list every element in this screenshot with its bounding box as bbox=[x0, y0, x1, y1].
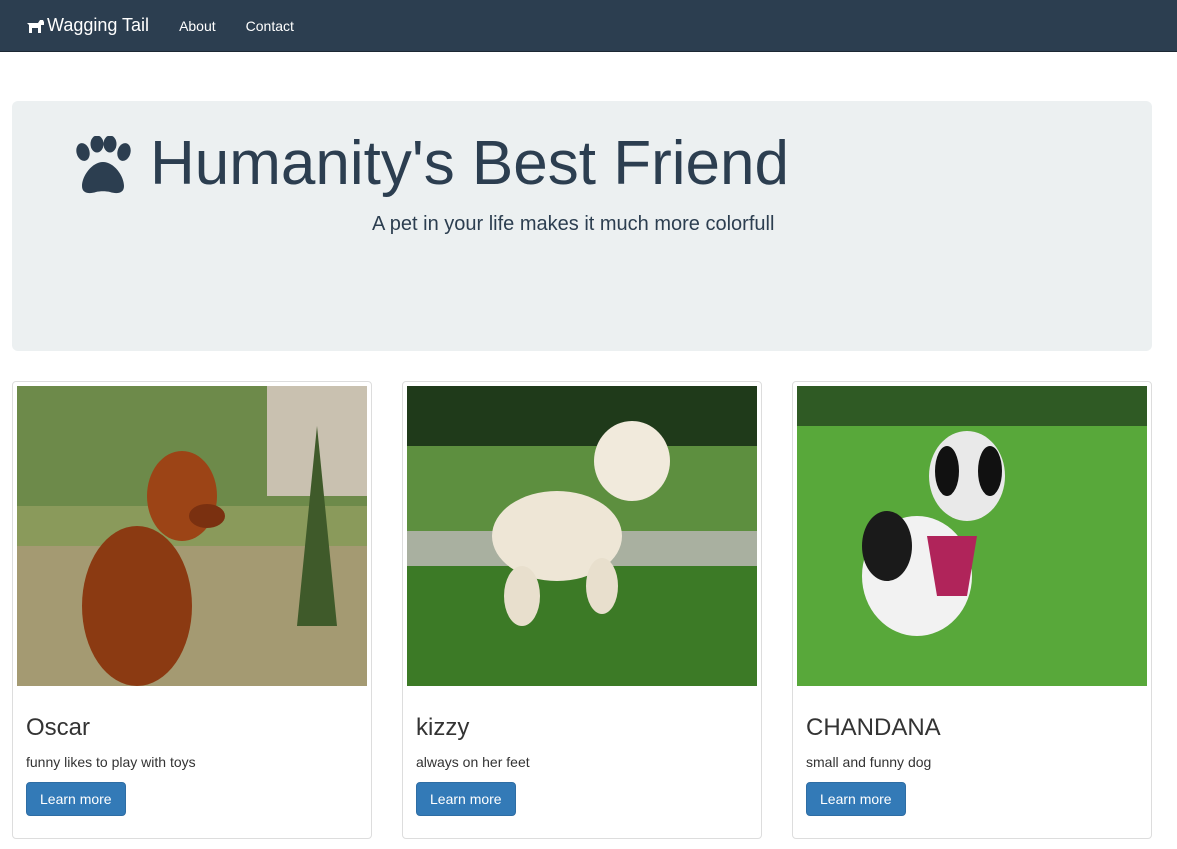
card-description: funny likes to play with toys bbox=[26, 754, 196, 770]
nav-link-about[interactable]: About bbox=[179, 18, 216, 34]
brand-link[interactable]: Wagging Tail bbox=[26, 15, 149, 36]
hero-subtitle: A pet in your life makes it much more co… bbox=[372, 213, 775, 235]
card-description: always on her feet bbox=[416, 754, 530, 770]
card-title: CHANDANA bbox=[806, 714, 941, 741]
hero-heading: Humanity's Best Friend bbox=[70, 127, 789, 201]
dog-card-chandana: CHANDANA small and funny dog Learn more bbox=[792, 381, 1152, 839]
card-description: small and funny dog bbox=[806, 754, 932, 770]
brand-label: Wagging Tail bbox=[47, 15, 150, 35]
jumbotron: Humanity's Best Friend A pet in your lif… bbox=[12, 101, 1152, 351]
nav-link-contact[interactable]: Contact bbox=[246, 18, 294, 34]
navbar: Wagging Tail About Contact bbox=[0, 0, 1177, 52]
dog-photo-chandana bbox=[797, 386, 1147, 686]
dog-card-oscar: Oscar funny likes to play with toys Lear… bbox=[12, 381, 372, 839]
dog-photo-kizzy bbox=[407, 386, 757, 686]
card-title: Oscar bbox=[26, 714, 91, 741]
dog-photo-oscar bbox=[17, 386, 367, 686]
hero-title: Humanity's Best Friend bbox=[150, 129, 789, 198]
dog-card-kizzy: kizzy always on her feet Learn more bbox=[402, 381, 762, 839]
learn-more-button[interactable]: Learn more bbox=[806, 782, 906, 816]
learn-more-button[interactable]: Learn more bbox=[416, 782, 516, 816]
card-title: kizzy bbox=[416, 714, 470, 741]
dog-icon bbox=[27, 19, 44, 33]
paw-icon bbox=[76, 136, 131, 194]
learn-more-button[interactable]: Learn more bbox=[26, 782, 126, 816]
